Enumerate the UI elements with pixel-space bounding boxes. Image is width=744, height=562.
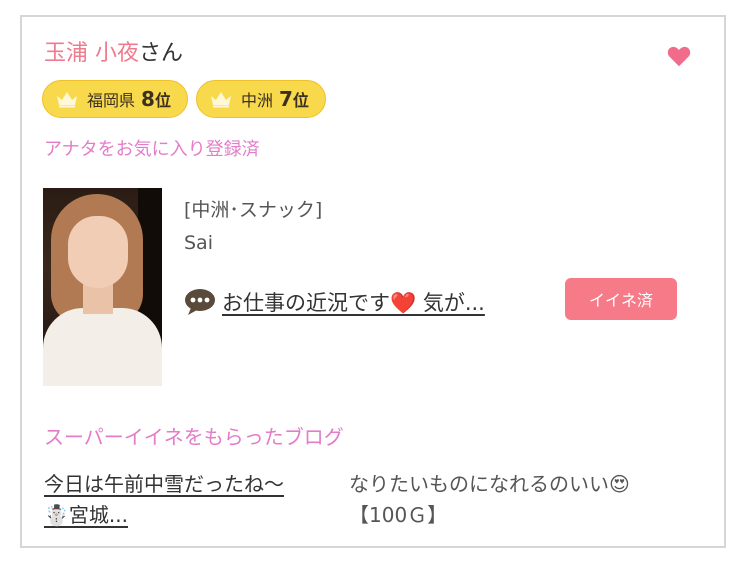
crown-icon: [57, 92, 77, 108]
badge-area: 中洲: [240, 91, 273, 110]
speech-bubble-icon: [185, 289, 215, 315]
photo-body: [43, 308, 162, 386]
profile-name[interactable]: 玉浦 小夜: [44, 41, 139, 66]
photo-face: [68, 216, 128, 288]
profile-photo[interactable]: [43, 188, 162, 386]
badge-rank-number: 7: [278, 87, 293, 111]
honorific: さん: [139, 41, 184, 66]
ranking-badge-prefecture[interactable]: 福岡県 8 位: [42, 80, 188, 118]
post-title-link[interactable]: お仕事の近況です❤️ 気が...: [222, 287, 485, 317]
super-like-section-title: スーパーイイネをもらったブログ: [44, 425, 344, 449]
photo-neck: [83, 284, 113, 314]
crown-icon: [210, 92, 231, 108]
favorite-status: アナタをお気に入り登録済: [44, 139, 260, 160]
comment-line2: 【100Ｇ】: [349, 503, 448, 527]
blog-title-line1[interactable]: 今日は午前中雪だったね〜: [44, 472, 284, 496]
name-row: 玉浦 小夜さん: [44, 39, 183, 69]
badge-rank-unit: 位: [154, 91, 171, 110]
shop-name: Sai: [184, 232, 213, 254]
badge-rank-number: 8: [141, 87, 155, 111]
super-like-comment: なりたいものになれるのいい😍 【100Ｇ】: [349, 469, 630, 531]
latest-post: お仕事の近況です❤️ 気が...: [184, 287, 485, 317]
shop-category: [中洲･スナック]: [184, 199, 323, 221]
ranking-badges: 福岡県 8 位 中洲 7 位: [42, 80, 326, 118]
ranking-badge-district[interactable]: 中洲 7 位: [195, 80, 326, 118]
comment-line1: なりたいものになれるのいい😍: [349, 472, 630, 496]
badge-rank-unit: 位: [292, 91, 309, 110]
heart-icon[interactable]: [666, 43, 692, 69]
super-like-blog-link[interactable]: 今日は午前中雪だったね〜 ☃️宮城...: [44, 469, 284, 531]
like-button[interactable]: イイネ済: [565, 278, 677, 320]
profile-card: 玉浦 小夜さん 福岡県 8 位 中洲 7 位 アナタをお気に入り登録済 [中洲･…: [20, 15, 726, 548]
blog-title-line2[interactable]: ☃️宮城...: [44, 503, 128, 527]
badge-area: 福岡県: [87, 91, 136, 110]
